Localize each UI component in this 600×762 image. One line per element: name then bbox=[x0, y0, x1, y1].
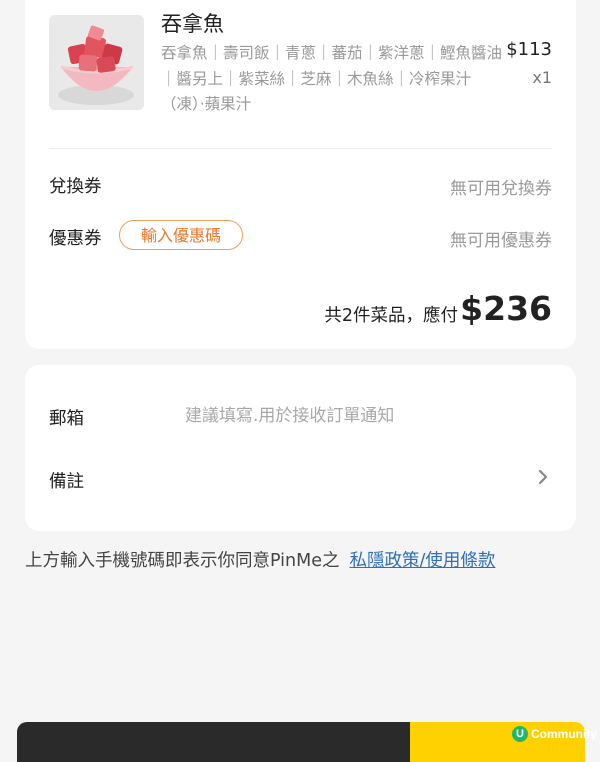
contact-card: 郵箱 備註 bbox=[25, 365, 576, 531]
item-thumbnail-image bbox=[49, 15, 144, 110]
item-description: 吞拿魚｜壽司飯｜青蔥｜蕃茄｜紫洋蔥｜鰹魚醬油｜醬另上｜紫菜絲｜芝麻｜木魚絲｜冷榨… bbox=[161, 44, 503, 113]
agreement-text: 上方輸入手機號碼即表示你同意PinMe之 bbox=[25, 551, 340, 571]
item-quantity: x1 bbox=[532, 68, 552, 87]
watermark-label: Community bbox=[531, 727, 597, 741]
watermark-logo: U Community bbox=[512, 725, 597, 743]
total-amount: $236 bbox=[460, 289, 552, 328]
enter-coupon-code-button[interactable]: 輸入優惠碼 bbox=[119, 220, 243, 250]
voucher-label: 兌換券 bbox=[49, 177, 102, 197]
tuna-bowl-picture bbox=[49, 15, 144, 110]
coupon-value[interactable]: 無可用優惠券 bbox=[450, 226, 552, 251]
chevron-right-icon[interactable] bbox=[532, 466, 554, 488]
total-summary: 共2件菜品，應付 bbox=[324, 306, 458, 326]
note-label[interactable]: 備註 bbox=[49, 468, 84, 493]
bottom-bar-left[interactable] bbox=[17, 722, 410, 762]
email-label: 郵箱 bbox=[49, 409, 84, 429]
watermark-badge: U bbox=[512, 726, 528, 742]
agreement-notice: 上方輸入手機號碼即表示你同意PinMe之 私隱政策/使用條款 bbox=[25, 547, 495, 572]
privacy-terms-link[interactable]: 私隱政策/使用條款 bbox=[350, 551, 496, 571]
order-summary-card: 吞拿魚 吞拿魚｜壽司飯｜青蔥｜蕃茄｜紫洋蔥｜鰹魚醬油｜醬另上｜紫菜絲｜芝麻｜木魚… bbox=[25, 0, 576, 349]
item-name: 吞拿魚 bbox=[161, 12, 224, 36]
voucher-value[interactable]: 無可用兌換券 bbox=[450, 174, 552, 199]
divider bbox=[49, 148, 552, 149]
item-price: $113 bbox=[506, 39, 552, 60]
coupon-label: 優惠券 bbox=[49, 229, 102, 249]
email-field[interactable] bbox=[185, 401, 545, 431]
